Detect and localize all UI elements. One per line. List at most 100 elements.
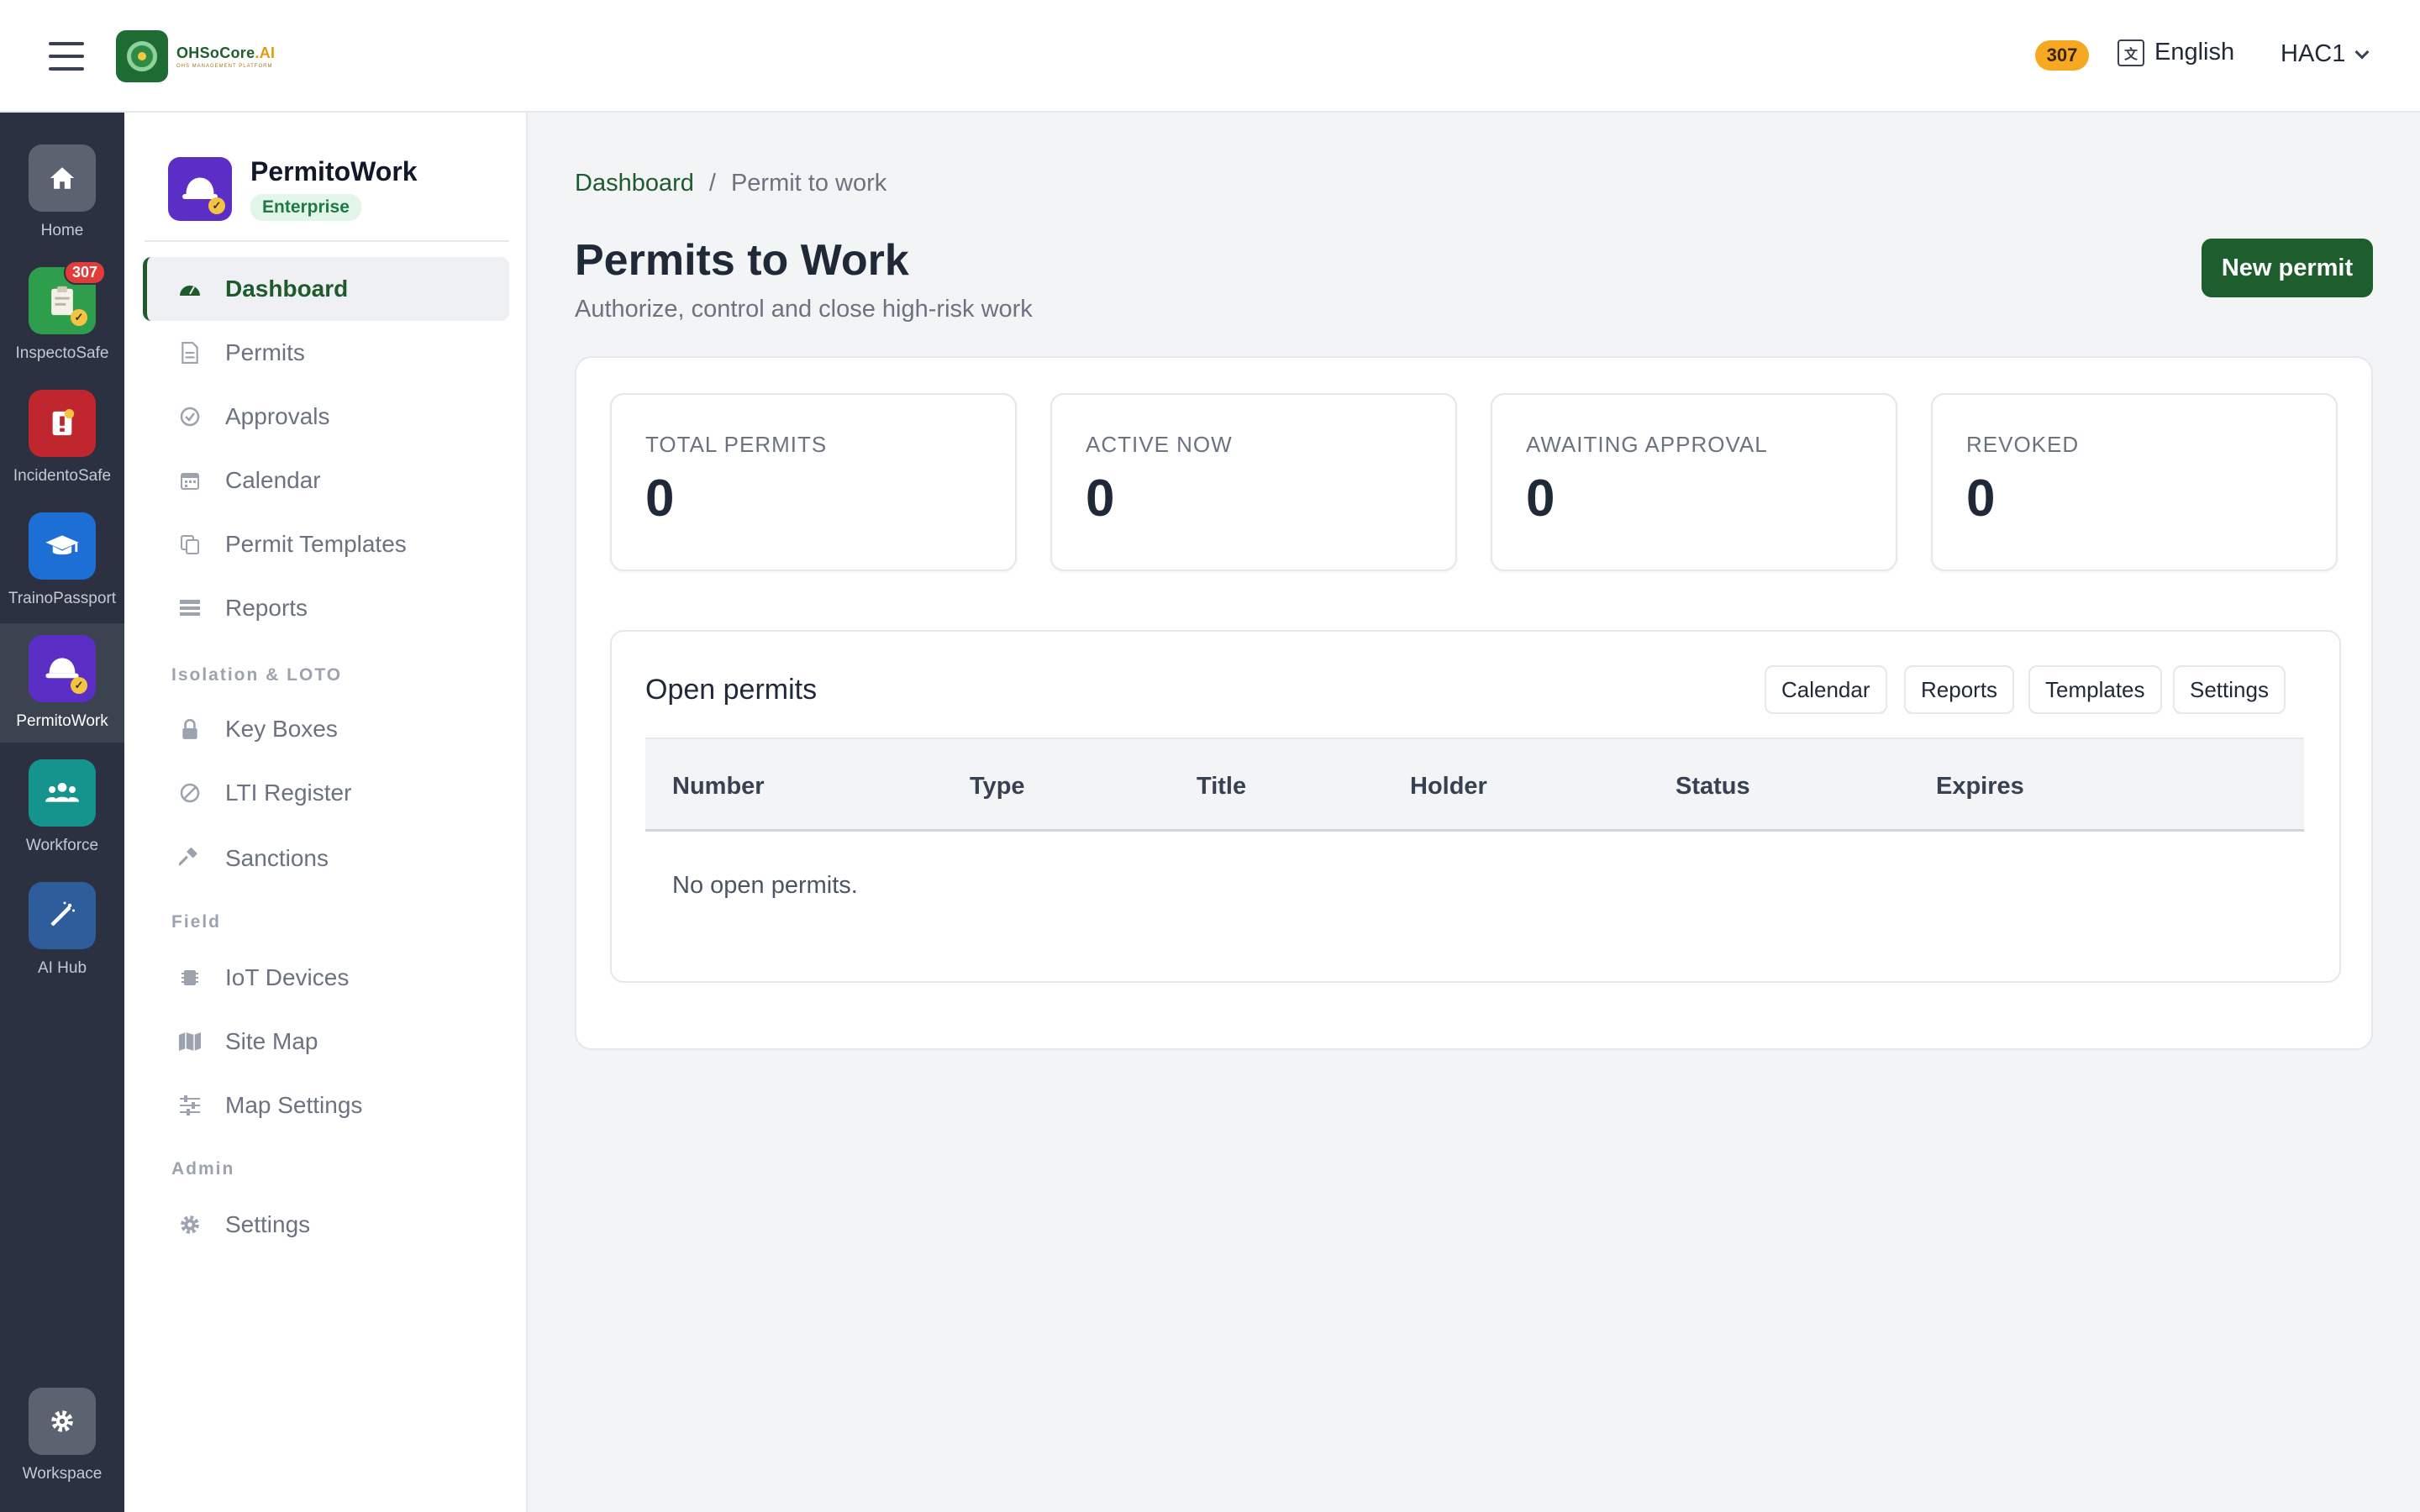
hard-hat-icon: ✓ bbox=[168, 156, 232, 221]
nav-label: LTI Register bbox=[225, 780, 352, 806]
user-name: HAC1 bbox=[2281, 40, 2346, 67]
breadcrumb-current: Permit to work bbox=[730, 170, 887, 197]
logo-name: OHSoCore.AI bbox=[176, 44, 276, 61]
nav-label: Permit Templates bbox=[225, 531, 407, 557]
column-holder[interactable]: Holder bbox=[1410, 773, 1487, 801]
column-expires[interactable]: Expires bbox=[1936, 773, 2024, 801]
hard-hat-icon: ✓ bbox=[29, 635, 96, 702]
stat-label: ACTIVE NOW bbox=[1086, 432, 1233, 457]
rail-label: Workforce bbox=[25, 837, 99, 854]
calendar-icon bbox=[178, 469, 202, 492]
document-icon bbox=[178, 341, 202, 365]
ban-icon bbox=[178, 781, 202, 805]
app-logo[interactable]: OHSoCore.AI OHS MANAGEMENT PLATFORM bbox=[116, 30, 275, 82]
stat-label: AWAITING APPROVAL bbox=[1526, 432, 1768, 457]
nav-permit-templates[interactable]: Permit Templates bbox=[143, 512, 509, 576]
language-label: English bbox=[2154, 39, 2235, 66]
alert-document-icon bbox=[29, 390, 96, 457]
new-permit-button[interactable]: New permit bbox=[2202, 239, 2373, 297]
rail-item-ai-hub[interactable]: AI Hub bbox=[0, 882, 124, 978]
column-title[interactable]: Title bbox=[1197, 773, 1246, 801]
nav-label: Map Settings bbox=[225, 1092, 363, 1118]
nav-settings[interactable]: Settings bbox=[143, 1193, 509, 1257]
map-icon bbox=[178, 1030, 202, 1053]
section-field: Field bbox=[171, 912, 222, 932]
menu-toggle-icon[interactable] bbox=[49, 42, 84, 71]
divider bbox=[145, 240, 509, 242]
rail-item-permitowork[interactable]: ✓ PermitoWork bbox=[0, 623, 124, 743]
rail-item-workforce[interactable]: Workforce bbox=[0, 759, 124, 855]
nav-site-map[interactable]: Site Map bbox=[143, 1010, 509, 1074]
page-title: Permits to Work bbox=[575, 236, 909, 285]
column-type[interactable]: Type bbox=[970, 773, 1025, 801]
people-icon bbox=[29, 759, 96, 827]
nav-lti-register[interactable]: LTI Register bbox=[143, 761, 509, 825]
graduation-cap-icon bbox=[29, 512, 96, 580]
tier-badge: Enterprise bbox=[250, 194, 361, 221]
reports-button[interactable]: Reports bbox=[1904, 665, 2015, 714]
rail-item-home[interactable]: Home bbox=[0, 144, 124, 240]
nav-label: IoT Devices bbox=[225, 964, 350, 990]
sliders-icon bbox=[178, 1094, 202, 1117]
rail-item-trainopassport[interactable]: TrainoPassport bbox=[0, 512, 124, 608]
stat-label: REVOKED bbox=[1966, 432, 2080, 457]
rail-item-incidentosafe[interactable]: IncidentoSafe bbox=[0, 390, 124, 486]
rail-label: Home bbox=[40, 222, 84, 239]
rail-count-badge: 307 bbox=[63, 260, 106, 285]
main-content: Dashboard / Permit to work Permits to Wo… bbox=[528, 113, 2420, 1512]
rail-item-workspace[interactable]: Workspace bbox=[0, 1388, 124, 1483]
user-menu[interactable]: HAC1 bbox=[2281, 40, 2370, 68]
rail-item-inspectosafe[interactable]: ✓ 307 InspectoSafe bbox=[0, 260, 124, 363]
nav-label: Dashboard bbox=[225, 276, 349, 302]
templates-button[interactable]: Templates bbox=[2028, 665, 2162, 714]
nav-label: Key Boxes bbox=[225, 716, 338, 742]
nav-label: Site Map bbox=[225, 1028, 318, 1054]
chip-icon bbox=[178, 966, 202, 990]
notification-badge[interactable]: 307 bbox=[2035, 40, 2089, 71]
report-list-icon bbox=[178, 596, 202, 620]
column-status[interactable]: Status bbox=[1676, 773, 1750, 801]
translate-icon: 文 bbox=[2118, 39, 2144, 66]
open-permits-card: Open permits Calendar Reports Templates … bbox=[610, 630, 2341, 983]
empty-state-message: No open permits. bbox=[672, 872, 858, 899]
check-circle-icon bbox=[178, 405, 202, 428]
nav-iot-devices[interactable]: IoT Devices bbox=[143, 946, 509, 1010]
gear-icon bbox=[178, 1213, 202, 1236]
stat-card-awaiting-approval: AWAITING APPROVAL 0 bbox=[1491, 393, 1897, 571]
rail-label: TrainoPassport bbox=[8, 590, 117, 607]
copy-icon bbox=[178, 533, 202, 556]
stat-value: 0 bbox=[1966, 470, 1996, 528]
calendar-button[interactable]: Calendar bbox=[1765, 665, 1887, 714]
nav-label: Sanctions bbox=[225, 845, 329, 871]
nav-permits[interactable]: Permits bbox=[143, 321, 509, 385]
nav-map-settings[interactable]: Map Settings bbox=[143, 1074, 509, 1137]
top-bar: OHSoCore.AI OHS MANAGEMENT PLATFORM 307 … bbox=[0, 0, 2420, 113]
rail-label: PermitoWork bbox=[16, 712, 108, 730]
nav-label: Reports bbox=[225, 595, 308, 621]
nav-key-boxes[interactable]: Key Boxes bbox=[143, 697, 509, 761]
check-badge-icon: ✓ bbox=[71, 677, 87, 694]
nav-calendar[interactable]: Calendar bbox=[143, 449, 509, 512]
stat-card-revoked: REVOKED 0 bbox=[1931, 393, 2338, 571]
language-selector[interactable]: 文 English bbox=[2118, 39, 2234, 66]
nav-approvals[interactable]: Approvals bbox=[143, 385, 509, 449]
column-number[interactable]: Number bbox=[672, 773, 765, 801]
gavel-icon bbox=[178, 847, 202, 870]
nav-label: Permits bbox=[225, 339, 305, 365]
breadcrumb-dashboard[interactable]: Dashboard bbox=[575, 170, 694, 197]
section-admin: Admin bbox=[171, 1159, 235, 1179]
nav-reports[interactable]: Reports bbox=[143, 576, 509, 640]
logo-tagline: OHS MANAGEMENT PLATFORM bbox=[176, 63, 273, 69]
nav-sanctions[interactable]: Sanctions bbox=[143, 827, 509, 890]
nav-dashboard[interactable]: Dashboard bbox=[143, 257, 509, 321]
chevron-down-icon bbox=[2354, 45, 2370, 59]
dashboard-gauge-icon bbox=[178, 277, 202, 301]
settings-button[interactable]: Settings bbox=[2173, 665, 2286, 714]
rail-label: AI Hub bbox=[37, 959, 87, 977]
dashboard-panel: TOTAL PERMITS 0 ACTIVE NOW 0 AWAITING AP… bbox=[575, 356, 2373, 1050]
check-badge-icon: ✓ bbox=[71, 309, 87, 326]
rail-label: Workspace bbox=[22, 1465, 103, 1483]
home-icon bbox=[29, 144, 96, 212]
module-sidebar: ✓ PermitoWork Enterprise Dashboard Permi… bbox=[124, 113, 528, 1512]
nav-label: Settings bbox=[225, 1211, 311, 1237]
